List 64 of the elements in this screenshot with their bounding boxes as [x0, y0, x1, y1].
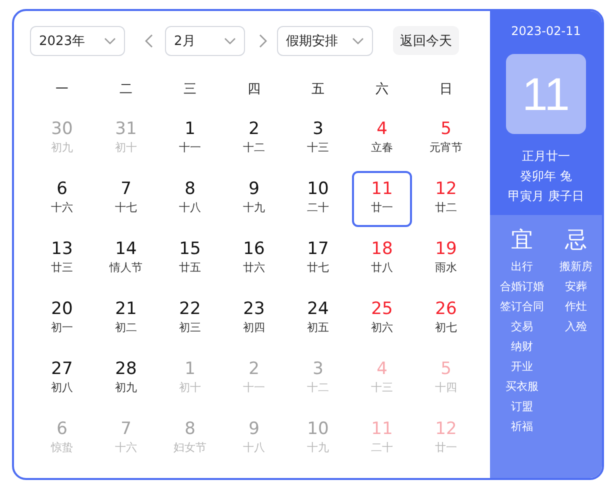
selected-date: 2023-02-11 — [511, 23, 581, 39]
day-cell[interactable]: 4 立春 — [352, 111, 412, 167]
almanac-item: 签订合同 — [500, 299, 544, 315]
day-cell[interactable]: 11 廿一 — [352, 171, 412, 227]
day-cell[interactable]: 12 廿二 — [416, 171, 476, 227]
day-cell[interactable]: 19 雨水 — [416, 231, 476, 287]
day-cell[interactable]: 1 十一 — [160, 111, 220, 167]
almanac-item: 买衣服 — [505, 379, 538, 395]
day-cell[interactable]: 3 十三 — [288, 111, 348, 167]
holiday-select[interactable]: 假期安排 — [277, 26, 373, 56]
lunar-date-text: 正月廿一 — [522, 148, 570, 165]
day-cell[interactable]: 25 初六 — [352, 291, 412, 347]
weekday-label: 日 — [438, 81, 454, 99]
almanac-item: 安葬 — [564, 279, 587, 295]
day-cell[interactable]: 20 初一 — [32, 291, 92, 347]
chevron-right-icon — [259, 34, 267, 48]
almanac-item: 开业 — [510, 359, 533, 375]
almanac-item: 出行 — [510, 259, 533, 275]
day-cell[interactable]: 22 初三 — [160, 291, 220, 347]
day-cell[interactable]: 18 廿八 — [352, 231, 412, 287]
year-select[interactable]: 2023年 — [30, 26, 125, 56]
almanac-item: 作灶 — [564, 299, 587, 315]
chevron-left-icon — [145, 34, 153, 48]
day-cell[interactable]: 23 初四 — [224, 291, 284, 347]
day-cell[interactable]: 13 廿三 — [32, 231, 92, 287]
day-cell[interactable]: 15 廿五 — [160, 231, 220, 287]
almanac-heading: 忌 — [564, 227, 587, 255]
today-button[interactable]: 返回今天 — [393, 26, 459, 55]
day-cell[interactable]: 2 十二 — [224, 111, 284, 167]
weekday-label: 六 — [374, 81, 390, 99]
day-cell[interactable]: 7 十七 — [96, 171, 156, 227]
day-cell[interactable]: 14 情人节 — [96, 231, 156, 287]
month-select[interactable]: 2月 — [165, 26, 245, 56]
chevron-down-icon — [104, 36, 116, 44]
day-cell[interactable]: 5 元宵节 — [416, 111, 476, 167]
almanac-item: 祈福 — [510, 419, 533, 435]
weekday-label: 二 — [118, 81, 134, 99]
day-cell[interactable]: 10 二十 — [288, 171, 348, 227]
almanac-item: 入殓 — [564, 319, 587, 335]
weekday-label: 三 — [182, 81, 198, 99]
almanac-item: 搬新房 — [559, 259, 592, 275]
day-cell[interactable]: 6 十六 — [32, 171, 92, 227]
chevron-down-icon — [224, 36, 236, 44]
day-cell[interactable]: 26 初七 — [416, 291, 476, 347]
day-cell[interactable]: 9 十九 — [224, 171, 284, 227]
day-cell[interactable]: 16 廿六 — [224, 231, 284, 287]
chevron-down-icon — [352, 36, 364, 44]
day-cell[interactable]: 21 初二 — [96, 291, 156, 347]
lunar-date-text: 癸卯年 兔 — [520, 168, 572, 185]
almanac-item: 交易 — [510, 319, 533, 335]
almanac-heading: 宜 — [510, 227, 533, 255]
weekday-label: 一 — [54, 81, 70, 99]
day-cell[interactable]: 24 初五 — [288, 291, 348, 347]
day-cell[interactable]: 27 初八 — [32, 351, 92, 407]
almanac-item: 合婚订婚 — [500, 279, 544, 295]
lunar-date-text: 甲寅月 庚子日 — [508, 188, 584, 205]
big-day-number: 11 — [506, 54, 586, 134]
day-cell[interactable]: 17 廿七 — [288, 231, 348, 287]
almanac-item: 订盟 — [510, 399, 533, 415]
day-cell[interactable]: 8 十八 — [160, 171, 220, 227]
almanac-item: 纳财 — [510, 339, 533, 355]
day-cell[interactable]: 28 初九 — [96, 351, 156, 407]
weekday-label: 五 — [310, 81, 326, 99]
weekday-label: 四 — [246, 81, 262, 99]
